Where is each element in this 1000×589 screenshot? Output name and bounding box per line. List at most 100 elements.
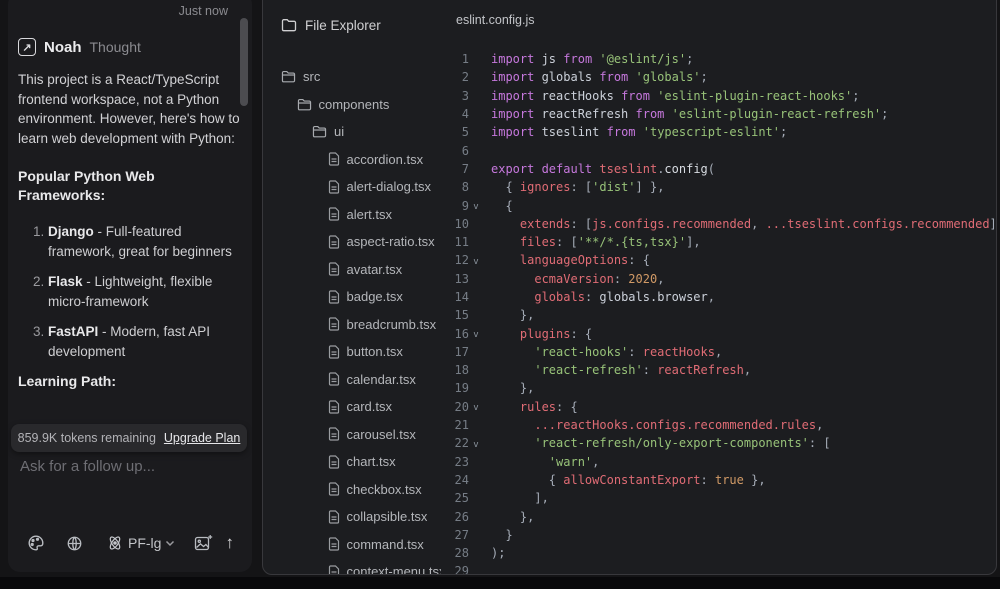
code-text: import js from '@eslint/js'; xyxy=(483,52,693,66)
line-number: 8 xyxy=(441,180,469,194)
fold-spacer xyxy=(469,369,483,372)
file-icon xyxy=(328,235,340,249)
code-lines: 1 import js from '@eslint/js'; 2import glo… xyxy=(441,50,996,574)
line-number: 23 xyxy=(441,455,469,469)
file-icon xyxy=(328,565,340,574)
tree-file-card.tsx[interactable]: card.tsx xyxy=(263,393,441,421)
thought-toggle[interactable]: Thought xyxy=(90,39,141,55)
code-line: 2import globals from 'globals'; xyxy=(441,68,996,86)
add-image-icon[interactable] xyxy=(193,533,213,553)
line-number: 25 xyxy=(441,491,469,505)
fold-spacer xyxy=(469,222,483,225)
file-explorer-header: File Explorer xyxy=(263,13,441,37)
code-editor[interactable]: eslint.config.js 1import js from '@eslin… xyxy=(441,0,996,574)
folder-icon xyxy=(281,18,297,32)
line-number: 21 xyxy=(441,418,469,432)
tree-file-chart.tsx[interactable]: chart.tsx xyxy=(263,448,441,476)
line-number: 1 xyxy=(441,52,469,66)
code-line: 12v languageOptions: { xyxy=(441,251,996,269)
tree-file-command.tsx[interactable]: command.tsx xyxy=(263,531,441,559)
line-number: 6 xyxy=(441,144,469,158)
tree-file-collapsible.tsx[interactable]: collapsible.tsx xyxy=(263,503,441,531)
code-text: rules: { xyxy=(483,400,578,414)
tree-item-label: card.tsx xyxy=(347,399,393,414)
tree-file-carousel.tsx[interactable]: carousel.tsx xyxy=(263,421,441,449)
file-icon xyxy=(328,207,340,221)
line-number: 24 xyxy=(441,473,469,487)
fold-chevron-icon[interactable]: v xyxy=(469,199,483,212)
file-icon xyxy=(328,152,340,166)
fold-spacer xyxy=(469,58,483,61)
code-text: globals: globals.browser, xyxy=(483,290,715,304)
fold-chevron-icon[interactable]: v xyxy=(469,254,483,267)
line-number: 26 xyxy=(441,510,469,524)
editor-container: File Explorer src componentsuiaccordion.t… xyxy=(262,0,997,575)
code-line: 8 { ignores: ['dist'] }, xyxy=(441,178,996,196)
fold-chevron-icon[interactable]: v xyxy=(469,327,483,340)
file-icon xyxy=(328,427,340,441)
tree-item-label: src xyxy=(303,69,320,84)
line-number: 27 xyxy=(441,528,469,542)
palette-icon[interactable] xyxy=(26,533,46,553)
tree-folder-src[interactable]: src xyxy=(263,63,441,91)
fold-spacer xyxy=(469,131,483,134)
file-icon xyxy=(328,180,340,194)
assistant-avatar-icon: ↗ xyxy=(18,38,36,56)
upgrade-plan-link[interactable]: Upgrade Plan xyxy=(164,431,240,445)
web-globe-icon[interactable] xyxy=(64,533,84,553)
fold-spacer xyxy=(469,76,483,79)
line-number: 9 xyxy=(441,199,469,213)
file-icon xyxy=(328,537,340,551)
fold-spacer xyxy=(469,478,483,481)
fold-chevron-icon[interactable]: v xyxy=(469,437,483,450)
file-icon xyxy=(328,455,340,469)
tree-file-checkbox.tsx[interactable]: checkbox.tsx xyxy=(263,476,441,504)
chat-scrollbar[interactable] xyxy=(240,18,248,106)
fold-spacer xyxy=(469,167,483,170)
followup-input[interactable]: Ask for a follow up... xyxy=(20,458,155,475)
code-text: import globals from 'globals'; xyxy=(483,70,708,84)
code-line: 15 }, xyxy=(441,306,996,324)
tree-file-calendar.tsx[interactable]: calendar.tsx xyxy=(263,366,441,394)
fold-chevron-icon[interactable]: v xyxy=(469,400,483,413)
tree-file-alert-dialog.tsx[interactable]: alert-dialog.tsx xyxy=(263,173,441,201)
send-button[interactable]: ↑ xyxy=(226,533,235,553)
chat-toolbar: PF-lg ↑ xyxy=(8,530,252,556)
bottom-bar xyxy=(0,577,1000,589)
framework-item: Flask - Lightweight, flexible micro-fram… xyxy=(48,272,238,311)
code-text: ], xyxy=(483,491,549,505)
tree-file-accordion.tsx[interactable]: accordion.tsx xyxy=(263,146,441,174)
code-line: 25 ], xyxy=(441,489,996,507)
message-header: ↗ Noah Thought xyxy=(18,38,238,56)
code-line: 22v 'react-refresh/only-export-component… xyxy=(441,434,996,452)
fold-spacer xyxy=(469,515,483,518)
code-text: 'react-refresh': reactRefresh, xyxy=(483,363,751,377)
tree-file-breadcrumb.tsx[interactable]: breadcrumb.tsx xyxy=(263,311,441,339)
tree-file-context-menu.tsx[interactable]: context-menu.tsx xyxy=(263,558,441,574)
line-number: 17 xyxy=(441,345,469,359)
code-text: { allowConstantExport: true }, xyxy=(483,473,766,487)
file-icon xyxy=(328,262,340,276)
code-line: 26 }, xyxy=(441,507,996,525)
code-text: extends: [js.configs.recommended, ...tse… xyxy=(483,217,996,231)
fold-spacer xyxy=(469,460,483,463)
tokens-remaining-text: 859.9K tokens remaining xyxy=(18,431,156,445)
tree-file-button.tsx[interactable]: button.tsx xyxy=(263,338,441,366)
tree-folder-ui[interactable]: ui xyxy=(263,118,441,146)
tree-folder-components[interactable]: components xyxy=(263,91,441,119)
tree-file-badge.tsx[interactable]: badge.tsx xyxy=(263,283,441,311)
model-selector[interactable]: PF-lg xyxy=(106,534,175,552)
folder-icon xyxy=(312,125,327,138)
code-text: ); xyxy=(483,546,505,560)
tree-item-label: button.tsx xyxy=(347,344,403,359)
code-text: }, xyxy=(483,510,534,524)
code-line: 29 xyxy=(441,562,996,574)
fold-spacer xyxy=(469,424,483,427)
tree-file-aspect-ratio.tsx[interactable]: aspect-ratio.tsx xyxy=(263,228,441,256)
code-line: 10 extends: [js.configs.recommended, ...… xyxy=(441,215,996,233)
tree-file-alert.tsx[interactable]: alert.tsx xyxy=(263,201,441,229)
line-number: 12 xyxy=(441,253,469,267)
fold-spacer xyxy=(469,149,483,152)
code-line: 1 import js from '@eslint/js'; xyxy=(441,50,996,68)
tree-file-avatar.tsx[interactable]: avatar.tsx xyxy=(263,256,441,284)
